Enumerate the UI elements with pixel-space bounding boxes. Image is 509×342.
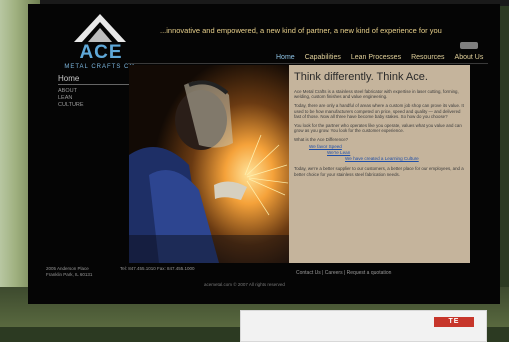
search-button[interactable] — [460, 42, 478, 49]
content-paragraph-4: Today, we're a better supplier to our cu… — [294, 166, 464, 177]
sidebar-link-lean[interactable]: LEAN — [58, 95, 138, 102]
content-paragraph-3: You look for the partner who operates li… — [294, 123, 462, 134]
nav-about-us[interactable]: About Us — [455, 54, 484, 61]
nav-divider — [128, 63, 488, 64]
content-paragraph-1: Ace Metal Crafts is a stainless steel fa… — [294, 89, 459, 100]
content-panel: Think differently. Think Ace. Ace Metal … — [289, 65, 470, 263]
monitor-screen: ACE METAL CRAFTS CO. ...innovative and e… — [28, 4, 500, 304]
sidebar-title: Home — [58, 74, 138, 85]
footer-copyright: acemetal.com © 2007 All rights reserved — [204, 282, 285, 287]
footer-address: 2005 Anderson Place Franklin Park, IL 60… — [46, 266, 92, 277]
footer-phone: Tel: 847.455.1010 Fax: 847.455.1000 — [120, 266, 195, 271]
nav-capabilities[interactable]: Capabilities — [305, 54, 341, 61]
sidebar-link-culture[interactable]: CULTURE — [58, 102, 138, 109]
sidebar-link-about[interactable]: ABOUT — [58, 88, 138, 95]
nav-resources[interactable]: Resources — [411, 54, 444, 61]
content-question: What is the Ace Difference? — [294, 137, 349, 143]
triangle-logo-icon — [74, 14, 126, 42]
welder-photo — [129, 65, 289, 263]
logo-word: ACE — [79, 42, 123, 63]
link-learning-culture[interactable]: We have created a Learning Culture — [345, 156, 465, 162]
sidebar: Home ABOUT LEAN CULTURE — [58, 74, 138, 109]
card-logo: TE — [434, 317, 474, 327]
footer-address-line-1: 2005 Anderson Place — [46, 266, 89, 271]
footer-links[interactable]: Contact Us | Careers | Request a quotati… — [296, 270, 391, 276]
footer-address-line-2: Franklin Park, IL 60131 — [46, 271, 93, 277]
header-tagline: ...innovative and empowered, a new kind … — [160, 26, 442, 35]
paper-card: TE — [240, 310, 487, 342]
nav-lean-processes[interactable]: Lean Processes — [351, 54, 401, 61]
content-headline: Think differently. Think Ace. — [294, 71, 428, 83]
main-nav: Home Capabilities Lean Processes Resourc… — [276, 54, 483, 61]
nav-home[interactable]: Home — [276, 54, 295, 61]
content-paragraph-2: Today, there are only a handful of areas… — [294, 103, 464, 119]
